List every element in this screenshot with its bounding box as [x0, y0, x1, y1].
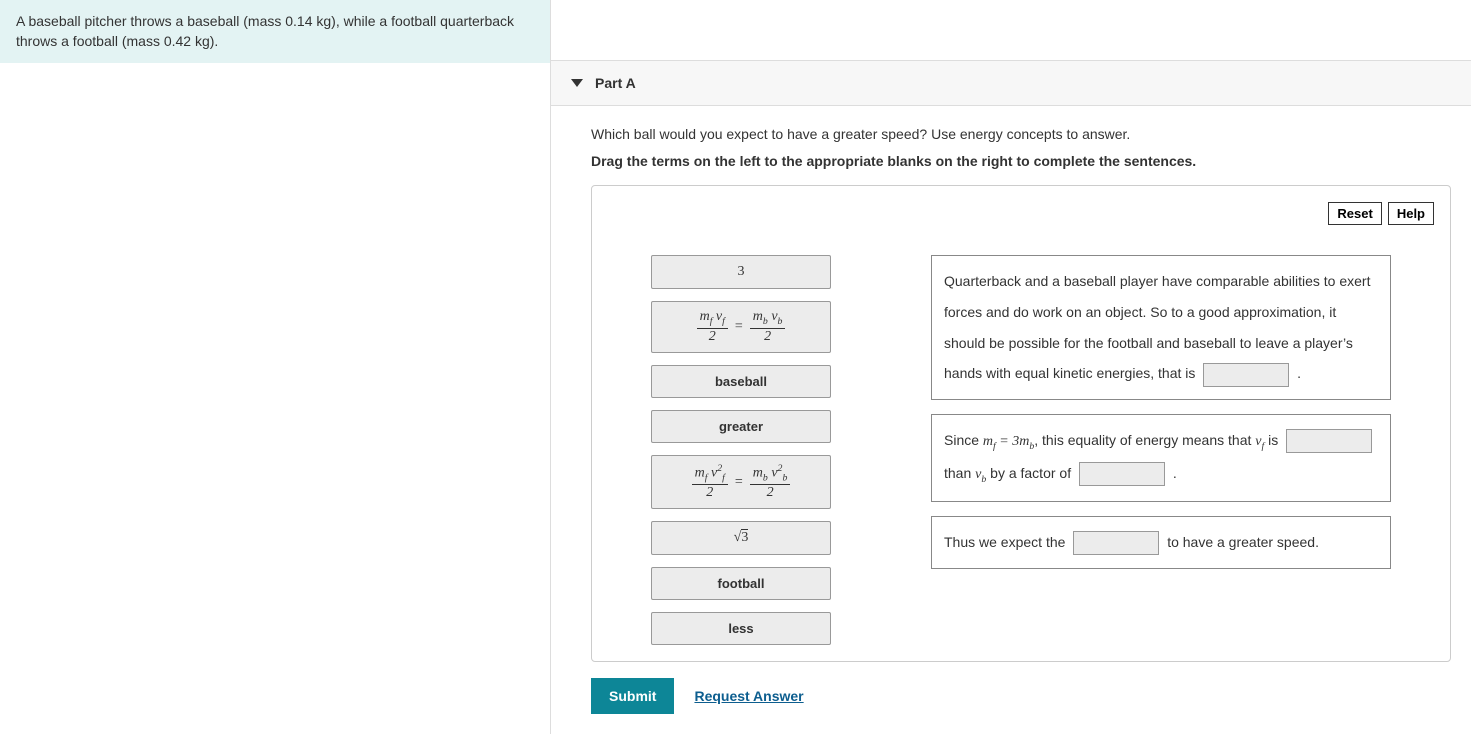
- blank-4[interactable]: [1073, 531, 1159, 555]
- s2-t3: is: [1268, 432, 1278, 448]
- sentence1-text: Quarterback and a baseball player have c…: [944, 273, 1370, 381]
- collapse-icon: [571, 79, 583, 87]
- target-sentence-2: Since mf = 3mb, this equality of energy …: [931, 414, 1391, 502]
- term-sqrt3[interactable]: √3: [651, 521, 831, 555]
- submit-button[interactable]: Submit: [591, 678, 674, 714]
- term-eq-momentum[interactable]: mf vf2 = mb vb2: [651, 301, 831, 353]
- s3-t1: Thus we expect the: [944, 534, 1065, 550]
- problem-text: A baseball pitcher throws a baseball (ma…: [16, 13, 514, 49]
- term-three[interactable]: 3: [651, 255, 831, 289]
- drag-instruction: Drag the terms on the left to the approp…: [591, 153, 1451, 169]
- targets-column: Quarterback and a baseball player have c…: [931, 255, 1391, 645]
- problem-statement: A baseball pitcher throws a baseball (ma…: [0, 0, 550, 63]
- sentence1-end: .: [1297, 365, 1301, 381]
- vf-symbol: vf: [1255, 434, 1264, 449]
- target-sentence-3: Thus we expect the to have a greater spe…: [931, 516, 1391, 569]
- s2-t6: .: [1173, 465, 1177, 481]
- blank-1[interactable]: [1203, 363, 1289, 387]
- term-less[interactable]: less: [651, 612, 831, 645]
- s2-t1: Since: [944, 432, 983, 448]
- target-sentence-1: Quarterback and a baseball player have c…: [931, 255, 1391, 400]
- s2-t2: , this equality of energy means that: [1034, 432, 1255, 448]
- term-eq-ke[interactable]: mf v2f2 = mb v2b2: [651, 455, 831, 509]
- question-text: Which ball would you expect to have a gr…: [591, 124, 1451, 145]
- help-button[interactable]: Help: [1388, 202, 1434, 225]
- blank-3[interactable]: [1079, 462, 1165, 486]
- s2-t4: than: [944, 465, 975, 481]
- work-area: Reset Help 3 mf vf2 = mb vb2 baseball gr…: [591, 185, 1451, 662]
- term-football[interactable]: football: [651, 567, 831, 600]
- term-baseball[interactable]: baseball: [651, 365, 831, 398]
- s2-t5: by a factor of: [990, 465, 1071, 481]
- term-greater[interactable]: greater: [651, 410, 831, 443]
- terms-column: 3 mf vf2 = mb vb2 baseball greater mf v2…: [651, 255, 831, 645]
- request-answer-link[interactable]: Request Answer: [694, 688, 803, 704]
- part-label: Part A: [595, 75, 636, 91]
- vb-symbol: vb: [975, 467, 986, 482]
- s3-t2: to have a greater speed.: [1167, 534, 1319, 550]
- reset-button[interactable]: Reset: [1328, 202, 1381, 225]
- mf-eq-3mb: mf = 3mb: [983, 434, 1034, 449]
- part-header[interactable]: Part A: [551, 60, 1471, 106]
- blank-2[interactable]: [1286, 429, 1372, 453]
